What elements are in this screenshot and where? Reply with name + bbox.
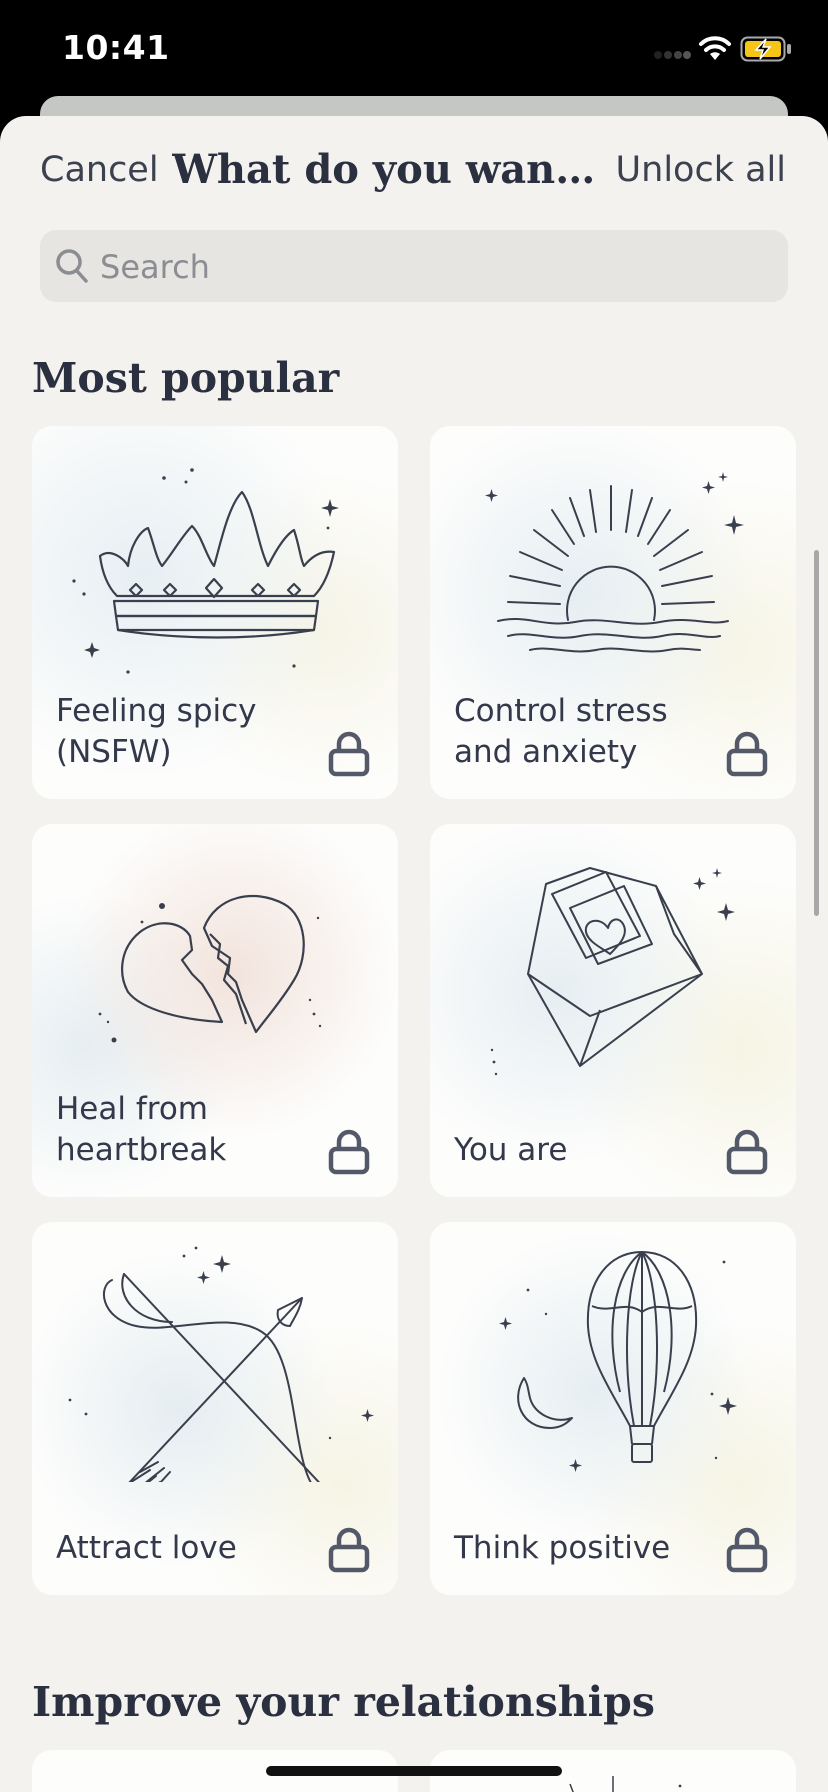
search-input[interactable] — [98, 230, 762, 304]
cancel-button[interactable]: Cancel — [40, 150, 159, 190]
focus-card-label: Attract love — [56, 1530, 237, 1566]
focus-card-think-positive[interactable]: Think positive — [430, 1222, 796, 1595]
focus-card-label: You are — [454, 1132, 568, 1168]
focus-card-control-stress[interactable]: Control stress and anxiety — [430, 426, 796, 799]
bow-arrow-icon — [68, 1246, 374, 1482]
status-bar: 10:41 — [0, 0, 828, 110]
focus-card-heal-heartbreak[interactable]: Heal from heartbreak — [32, 824, 398, 1197]
home-indicator[interactable] — [266, 1766, 562, 1776]
hot-air-balloon-icon — [499, 1251, 737, 1472]
search-icon — [56, 249, 88, 283]
search-bar[interactable] — [40, 230, 788, 304]
sheet-title: What do you want to focus on? — [172, 146, 612, 193]
lock-icon — [328, 1129, 370, 1175]
focus-card-feeling-spicy[interactable]: Feeling spicy (NSFW) — [32, 426, 398, 799]
cellular-signal-icon — [654, 51, 691, 59]
lock-icon — [726, 1527, 768, 1573]
focus-card-label: Heal from heartbreak — [56, 1091, 227, 1168]
broken-heart-icon — [98, 894, 322, 1043]
lock-icon — [328, 731, 370, 777]
wifi-icon — [699, 36, 731, 60]
focus-selection-sheet: Cancel What do you want to focus on? Unl… — [0, 116, 828, 1792]
focus-card-label: Feeling spicy (NSFW) — [56, 693, 257, 770]
love-letter-icon — [490, 867, 735, 1076]
crown-icon — [72, 468, 339, 674]
section-title-improve-relationships: Improve your relationships — [32, 1678, 655, 1726]
lock-icon — [726, 731, 768, 777]
battery-charging-icon — [740, 36, 791, 62]
section-title-most-popular: Most popular — [32, 354, 340, 402]
sunrise-icon — [485, 472, 744, 653]
scrollbar[interactable] — [814, 550, 819, 916]
unlock-all-button[interactable]: Unlock all — [616, 150, 786, 190]
focus-card-label: Control stress and anxiety — [454, 693, 668, 770]
focus-card-you-are[interactable]: You are — [430, 824, 796, 1197]
focus-card-attract-love[interactable]: Attract love — [32, 1222, 398, 1595]
focus-card-label: Think positive — [454, 1530, 671, 1566]
lock-icon — [726, 1129, 768, 1175]
lock-icon — [328, 1527, 370, 1573]
status-time: 10:41 — [62, 28, 170, 67]
